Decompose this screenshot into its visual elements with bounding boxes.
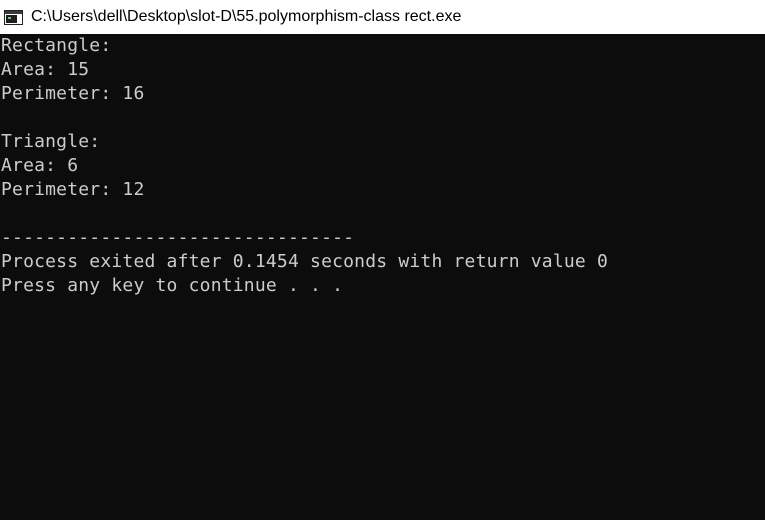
console-line-separator: -------------------------------- [1,227,355,248]
console-line-process-exit: Process exited after 0.1454 seconds with… [1,251,609,272]
window-title: C:\Users\dell\Desktop\slot-D\55.polymorp… [31,8,462,25]
console-output[interactable]: Rectangle: Area: 15 Perimeter: 16 Triang… [0,34,765,520]
console-window: C:\Users\dell\Desktop\slot-D\55.polymorp… [0,0,765,520]
console-line-rectangle-area: Area: 15 [1,59,90,80]
console-line-triangle-heading: Triangle: [1,131,101,152]
console-line-triangle-area: Area: 6 [1,155,79,176]
console-line-rectangle-perimeter: Perimeter: 16 [1,83,145,104]
console-line-rectangle-heading: Rectangle: [1,35,112,56]
console-line-press-any-key: Press any key to continue . . . [1,275,344,296]
console-line-triangle-perimeter: Perimeter: 12 [1,179,145,200]
console-app-icon[interactable] [4,9,23,25]
title-bar[interactable]: C:\Users\dell\Desktop\slot-D\55.polymorp… [0,0,765,34]
